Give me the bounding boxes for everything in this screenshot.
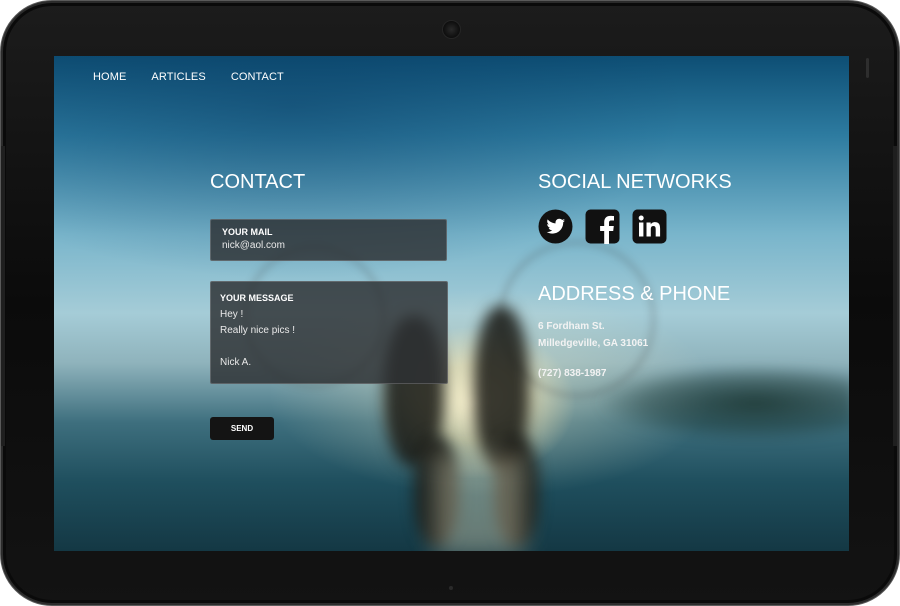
tablet-edge-right: [893, 146, 897, 446]
address-title: ADDRESS & PHONE: [538, 283, 731, 305]
facebook-icon[interactable]: [585, 209, 620, 244]
tablet-frame: HOME ARTICLES CONTACT CONTACT YOUR MAIL …: [0, 0, 900, 606]
social-title: SOCIAL NETWORKS: [538, 171, 732, 193]
message-value: Hey ! Really nice pics ! Nick A.: [220, 309, 296, 368]
message-field[interactable]: YOUR MESSAGE Hey ! Really nice pics ! Ni…: [210, 281, 448, 384]
background-reflection: [434, 456, 524, 551]
nav-articles[interactable]: ARTICLES: [151, 71, 205, 83]
nav-contact[interactable]: CONTACT: [231, 71, 284, 83]
tablet-sensor-dot: [449, 586, 453, 590]
mail-value: nick@aol.com: [222, 240, 285, 251]
camera-icon: [442, 20, 461, 39]
twitter-icon[interactable]: [538, 209, 573, 244]
phone-number: (727) 838-1987: [538, 368, 607, 379]
send-button[interactable]: SEND: [210, 417, 274, 440]
mail-label: YOUR MAIL: [222, 227, 273, 237]
tablet-edge-left: [1, 146, 5, 446]
contact-title: CONTACT: [210, 171, 306, 193]
address-line-2: Milledgeville, GA 31061: [538, 338, 649, 349]
top-nav: HOME ARTICLES CONTACT: [93, 71, 284, 83]
nav-home[interactable]: HOME: [93, 71, 126, 83]
social-icons: [538, 209, 667, 244]
mail-field[interactable]: YOUR MAIL nick@aol.com: [210, 219, 447, 261]
screen: HOME ARTICLES CONTACT CONTACT YOUR MAIL …: [54, 56, 849, 551]
message-label: YOUR MESSAGE: [220, 293, 294, 303]
address-block: 6 Fordham St. Milledgeville, GA 31061: [538, 318, 648, 352]
linkedin-icon[interactable]: [632, 209, 667, 244]
address-line-1: 6 Fordham St.: [538, 321, 605, 332]
tablet-side-button: [866, 58, 869, 78]
